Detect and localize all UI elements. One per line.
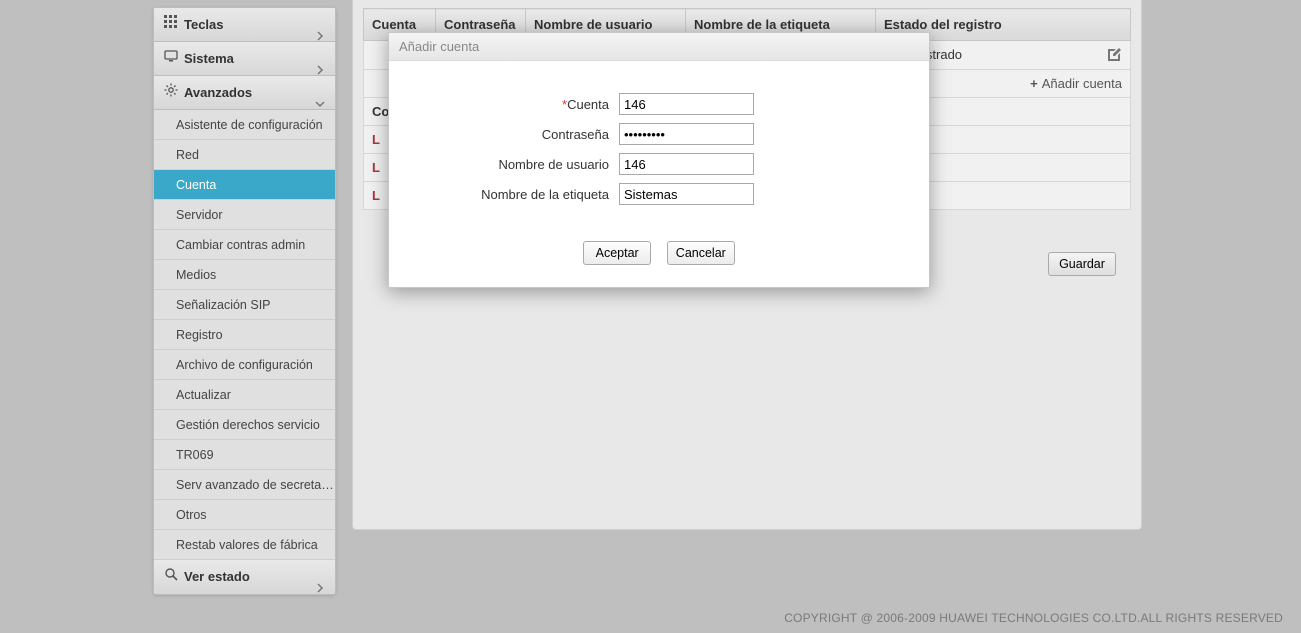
sidebar-item-medios[interactable]: Medios (154, 260, 335, 290)
sidebar-item-label: Servidor (176, 208, 223, 222)
sidebar-section-label: Ver estado (184, 560, 315, 594)
sidebar-item-cambiar-contras[interactable]: Cambiar contras admin (154, 230, 335, 260)
sidebar-item-asistente[interactable]: Asistente de configuración (154, 110, 335, 140)
sidebar-item-servidor[interactable]: Servidor (154, 200, 335, 230)
sidebar-item-label: Otros (176, 508, 207, 522)
dialog-actions: Aceptar Cancelar (389, 217, 929, 287)
sidebar-section-avanzados[interactable]: Avanzados (154, 76, 335, 110)
sidebar-item-cuenta[interactable]: Cuenta (154, 170, 335, 200)
sidebar-item-archivo-config[interactable]: Archivo de configuración (154, 350, 335, 380)
sidebar-item-label: TR069 (176, 448, 214, 462)
line-label: L (372, 188, 380, 203)
sidebar-item-label: Señalización SIP (176, 298, 271, 312)
sidebar-item-label: Actualizar (176, 388, 231, 402)
sidebar-item-label: Asistente de configuración (176, 118, 323, 132)
sidebar: Teclas Sistema Avanzados Asistente de co… (153, 7, 336, 595)
plus-icon: + (1030, 76, 1038, 91)
sidebar-item-otros[interactable]: Otros (154, 500, 335, 530)
chevron-right-icon (315, 54, 325, 64)
sidebar-item-label: Gestión derechos servicio (176, 418, 320, 432)
sidebar-item-senalizacion-sip[interactable]: Señalización SIP (154, 290, 335, 320)
chevron-down-icon (315, 88, 325, 98)
dialog-form: *Cuenta Contraseña Nombre de usuario Nom… (389, 61, 929, 217)
line-label: L (372, 132, 380, 147)
accept-button[interactable]: Aceptar (583, 241, 651, 265)
edit-icon[interactable] (1106, 47, 1122, 63)
line-label: L (372, 160, 380, 175)
grid-icon (164, 8, 178, 42)
sidebar-section-label: Avanzados (184, 76, 315, 110)
chevron-right-icon (315, 20, 325, 30)
cuenta-label: *Cuenta (449, 97, 619, 112)
add-account-link[interactable]: + Añadir cuenta (1030, 76, 1122, 91)
sidebar-item-label: Registro (176, 328, 223, 342)
search-icon (164, 560, 178, 594)
contrasena-input[interactable] (619, 123, 754, 145)
dialog-title: Añadir cuenta (389, 33, 929, 61)
sidebar-item-label: Serv avanzado de secretaria (176, 478, 335, 492)
usuario-label: Nombre de usuario (449, 157, 619, 172)
sidebar-item-gestion-derechos[interactable]: Gestión derechos servicio (154, 410, 335, 440)
sidebar-item-serv-secretaria[interactable]: Serv avanzado de secretaria (154, 470, 335, 500)
etiqueta-input[interactable] (619, 183, 754, 205)
sidebar-item-label: Archivo de configuración (176, 358, 313, 372)
chevron-right-icon (315, 572, 325, 582)
gear-icon (164, 76, 178, 110)
sidebar-section-label: Teclas (184, 8, 315, 42)
monitor-icon (164, 42, 178, 76)
sidebar-section-teclas[interactable]: Teclas (154, 8, 335, 42)
sidebar-item-tr069[interactable]: TR069 (154, 440, 335, 470)
sidebar-section-label: Sistema (184, 42, 315, 76)
sidebar-section-verestado[interactable]: Ver estado (154, 560, 335, 594)
sidebar-item-registro[interactable]: Registro (154, 320, 335, 350)
sidebar-item-red[interactable]: Red (154, 140, 335, 170)
usuario-input[interactable] (619, 153, 754, 175)
contrasena-label: Contraseña (449, 127, 619, 142)
add-account-dialog: Añadir cuenta *Cuenta Contraseña Nombre … (388, 32, 930, 288)
sidebar-item-restab-fabrica[interactable]: Restab valores de fábrica (154, 530, 335, 560)
sidebar-item-actualizar[interactable]: Actualizar (154, 380, 335, 410)
etiqueta-label: Nombre de la etiqueta (449, 187, 619, 202)
footer-copyright: COPYRIGHT @ 2006-2009 HUAWEI TECHNOLOGIE… (0, 611, 1301, 625)
save-button[interactable]: Guardar (1048, 252, 1116, 276)
sidebar-item-label: Restab valores de fábrica (176, 538, 318, 552)
cuenta-input[interactable] (619, 93, 754, 115)
section-label: Co (372, 104, 389, 119)
sidebar-item-label: Cuenta (176, 178, 216, 192)
sidebar-item-label: Cambiar contras admin (176, 238, 305, 252)
sidebar-section-sistema[interactable]: Sistema (154, 42, 335, 76)
cancel-button[interactable]: Cancelar (667, 241, 735, 265)
add-account-label: Añadir cuenta (1042, 76, 1122, 91)
sidebar-item-label: Red (176, 148, 199, 162)
sidebar-item-label: Medios (176, 268, 216, 282)
